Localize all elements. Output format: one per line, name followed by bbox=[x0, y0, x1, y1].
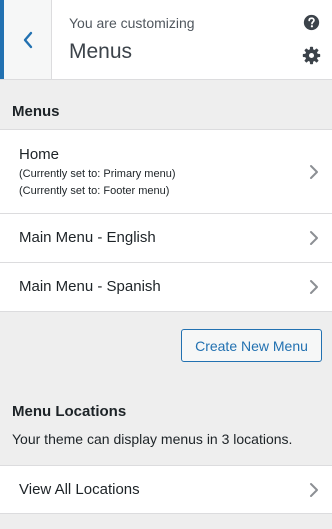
customizing-label: You are customizing bbox=[69, 15, 195, 31]
menu-list: Home (Currently set to: Primary menu) (C… bbox=[0, 129, 332, 312]
menu-location-note: (Currently set to: Footer menu) bbox=[19, 185, 170, 197]
menu-locations-description: Your theme can display menus in 3 locati… bbox=[12, 431, 293, 447]
menu-item-label: Main Menu - Spanish bbox=[19, 278, 161, 295]
menu-item-label: Home bbox=[19, 146, 60, 163]
customizer-header: You are customizing Menus bbox=[0, 0, 332, 80]
back-button[interactable] bbox=[0, 0, 52, 79]
menu-item-home[interactable]: Home (Currently set to: Primary menu) (C… bbox=[0, 130, 332, 214]
menus-heading: Menus bbox=[12, 103, 60, 120]
gear-icon[interactable] bbox=[302, 46, 321, 65]
menu-location-note: (Currently set to: Primary menu) bbox=[19, 168, 176, 180]
chevron-right-icon bbox=[310, 280, 318, 294]
menu-item-main-english[interactable]: Main Menu - English bbox=[0, 214, 332, 263]
menu-item-main-spanish[interactable]: Main Menu - Spanish bbox=[0, 263, 332, 312]
help-icon[interactable] bbox=[303, 14, 320, 31]
chevron-right-icon bbox=[310, 165, 318, 179]
create-new-menu-button[interactable]: Create New Menu bbox=[181, 329, 322, 362]
view-all-locations-label: View All Locations bbox=[19, 481, 140, 498]
chevron-left-icon bbox=[23, 31, 32, 48]
menu-locations-heading: Menu Locations bbox=[12, 403, 127, 420]
page-title: Menus bbox=[69, 40, 133, 63]
chevron-right-icon bbox=[310, 483, 318, 497]
view-all-locations-item[interactable]: View All Locations bbox=[0, 465, 332, 514]
chevron-right-icon bbox=[310, 231, 318, 245]
menu-item-label: Main Menu - English bbox=[19, 229, 156, 246]
